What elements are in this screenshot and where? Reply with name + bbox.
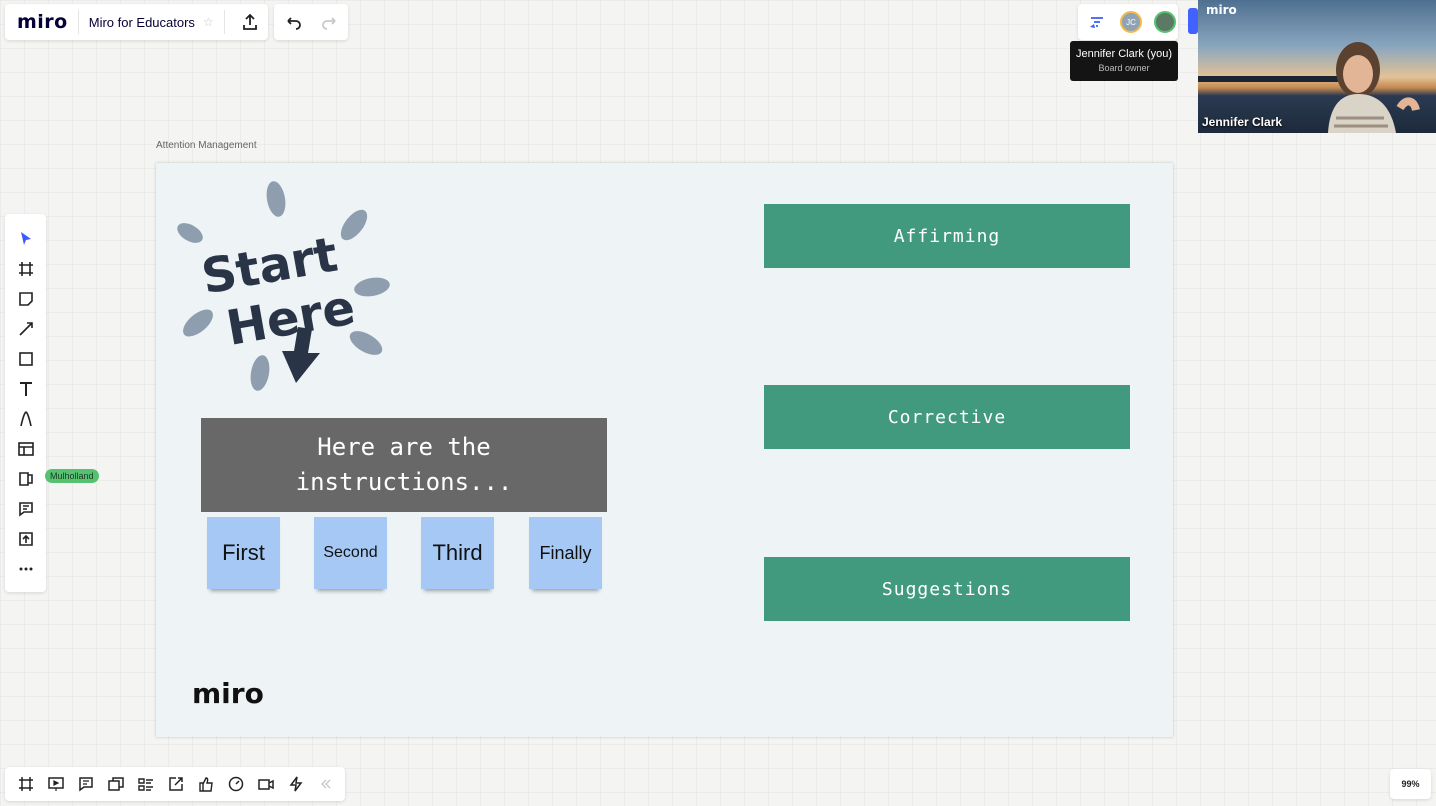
start-here-graphic[interactable]: Start Here (176, 177, 398, 391)
avatar-tooltip: Jennifer Clark (you) Board owner (1070, 41, 1178, 81)
instructions-box[interactable]: Here are the instructions... (201, 418, 607, 512)
vote-icon[interactable] (191, 769, 221, 799)
participant-name: Jennifer Clark (1202, 115, 1283, 129)
left-toolbar (5, 214, 46, 592)
board-title[interactable]: Miro for Educators (89, 15, 195, 30)
lightning-icon[interactable] (281, 769, 311, 799)
comment-icon[interactable] (11, 494, 41, 524)
sticky-note-icon[interactable] (11, 284, 41, 314)
filter-reactions-icon[interactable] (1082, 7, 1112, 37)
feedback-box-suggestions[interactable]: Suggestions (764, 557, 1130, 621)
cards-icon[interactable] (101, 769, 131, 799)
share-icon[interactable] (235, 7, 265, 37)
sticky-note[interactable]: First (207, 517, 280, 589)
tooltip-name: Jennifer Clark (you) (1076, 48, 1172, 60)
line-icon[interactable] (11, 314, 41, 344)
feedback-box-label: Corrective (887, 406, 1007, 428)
video-miro-logo: miro (1206, 3, 1237, 17)
presentation-icon[interactable] (41, 769, 71, 799)
star-icon[interactable]: ☆ (203, 15, 214, 29)
video-icon[interactable] (251, 769, 281, 799)
sticky-note[interactable]: Third (421, 517, 494, 589)
frame[interactable]: Start Here Here are the instructions... … (156, 163, 1173, 737)
redo-icon[interactable] (315, 7, 345, 37)
sticky-note[interactable]: Second (314, 517, 387, 589)
zoom-level[interactable]: 99% (1390, 769, 1431, 799)
more-icon[interactable] (11, 554, 41, 584)
feedback-box-label: Suggestions (881, 578, 1013, 600)
divider (77, 10, 79, 34)
frames-icon[interactable] (11, 769, 41, 799)
sticky-note[interactable]: Finally (529, 517, 602, 589)
timer-icon[interactable] (221, 769, 251, 799)
card-icon[interactable] (11, 464, 41, 494)
zoom-value: 99% (1401, 779, 1420, 789)
tooltip-role: Board owner (1098, 63, 1150, 73)
undo-redo-bar (274, 4, 348, 40)
feedback-box-corrective[interactable]: Corrective (764, 385, 1130, 449)
avatar[interactable]: JC (1120, 11, 1142, 33)
feedback-box-label: Affirming (893, 225, 1001, 247)
sticky-note-text: Third (432, 540, 483, 565)
pen-icon[interactable] (11, 404, 41, 434)
template-icon[interactable] (11, 434, 41, 464)
collaborators-bar: JC (1078, 4, 1178, 40)
collapse-icon[interactable] (311, 769, 341, 799)
video-person (1328, 42, 1420, 133)
select-icon[interactable] (11, 224, 41, 254)
feedback-box-affirming[interactable]: Affirming (764, 204, 1130, 268)
video-tile[interactable]: miro Jennifer Clark (1198, 0, 1436, 133)
text-icon[interactable] (11, 374, 41, 404)
board-header: miro Miro for Educators ☆ (5, 4, 268, 40)
sticky-note-text: Second (323, 544, 378, 561)
frame-icon[interactable] (11, 254, 41, 284)
list-icon[interactable] (131, 769, 161, 799)
upload-icon[interactable] (11, 524, 41, 554)
frame-label[interactable]: Attention Management (156, 140, 257, 151)
sticky-note-text: Finally (539, 542, 592, 563)
shape-icon[interactable] (11, 344, 41, 374)
share-button[interactable] (1188, 8, 1198, 34)
collaborator-cursor-label: Mulholland (45, 469, 99, 483)
bottom-toolbar (5, 767, 345, 801)
sticky-note-text: First (222, 540, 265, 565)
instructions-text: Here are the instructions... (295, 433, 513, 496)
undo-icon[interactable] (278, 7, 308, 37)
share-screen-icon[interactable] (161, 769, 191, 799)
avatar[interactable] (1154, 11, 1176, 33)
miro-logo[interactable]: miro (5, 11, 68, 33)
frame-miro-logo: miro (192, 677, 264, 710)
comments-icon[interactable] (71, 769, 101, 799)
divider (223, 10, 225, 34)
